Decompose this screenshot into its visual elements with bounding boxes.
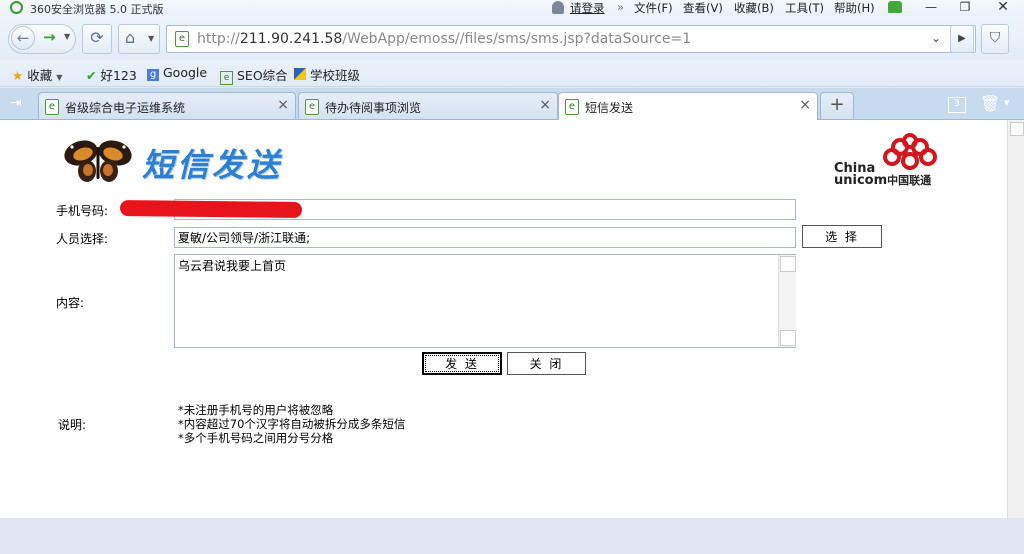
go-button[interactable]: ▶	[950, 25, 974, 53]
note-item: *内容超过70个汉字将自动被拆分成多条短信	[178, 417, 406, 431]
bookmark-label: 收藏	[27, 68, 53, 83]
note-item: *多个手机号码之间用分号分格	[178, 431, 334, 445]
tab-list-icon[interactable]: 3	[948, 97, 966, 113]
title-bar: 360安全浏览器 5.0 正式版 请登录 » 文件(F) 查看(V) 收藏(B)…	[0, 0, 1024, 16]
new-tab-button[interactable]: +	[820, 92, 854, 119]
menu-favorites[interactable]: 收藏(B)	[734, 0, 774, 16]
page-heading: 短信发送	[142, 146, 283, 184]
ie-page-icon: e	[565, 99, 579, 115]
person-label: 人员选择:	[56, 232, 109, 246]
back-forward-group: ← → ▼	[8, 24, 76, 54]
bookmark-school[interactable]: 学校班级	[294, 65, 360, 84]
ie-page-icon: e	[45, 99, 59, 115]
restore-button[interactable]: ❐	[950, 0, 980, 16]
bookmark-favorites[interactable]: ★ 收藏 ▼	[12, 65, 62, 84]
history-dropdown-icon[interactable]: ▼	[64, 32, 70, 41]
login-link[interactable]: 请登录	[570, 0, 605, 16]
menu-chevron-icon: »	[617, 0, 625, 14]
bookmark-hao123[interactable]: ✔ 好123	[86, 65, 137, 84]
home-icon: ⌂	[125, 28, 136, 47]
security-shield-button[interactable]: ⛉	[981, 24, 1009, 54]
page-scrollbar[interactable]	[1007, 120, 1024, 518]
home-dropdown-icon: ▼	[148, 34, 155, 43]
bookmark-label: 好123	[100, 68, 137, 83]
bookmark-label: 学校班级	[309, 68, 360, 83]
tab-close-icon[interactable]: ×	[799, 97, 811, 113]
tab-label: 短信发送	[585, 101, 634, 115]
tab-ops-system[interactable]: e 省级综合电子运维系统 ×	[38, 92, 296, 119]
star-icon: ★	[12, 68, 24, 83]
trash-dropdown-icon[interactable]: ▼	[1004, 99, 1009, 107]
google-icon: g	[147, 69, 159, 81]
status-area	[0, 518, 1024, 554]
menu-file[interactable]: 文件(F)	[634, 0, 673, 16]
minimize-button[interactable]: —	[916, 0, 946, 16]
user-icon	[552, 1, 564, 14]
textarea-scrollbar[interactable]	[778, 255, 796, 347]
tab-close-icon[interactable]: ×	[277, 97, 289, 113]
close-window-button[interactable]: ✕	[988, 0, 1018, 16]
school-icon	[294, 68, 306, 80]
page-ie-icon: e	[175, 31, 189, 47]
menu-help[interactable]: 帮助(H)	[834, 0, 875, 16]
china-unicom-logo: China unicom中国联通	[834, 162, 932, 188]
forward-arrow-icon[interactable]: →	[43, 28, 56, 46]
window-title: 360安全浏览器 5.0 正式版	[30, 3, 164, 16]
notes-label: 说明:	[58, 418, 87, 432]
trash-icon[interactable]: 🗑	[980, 94, 1000, 113]
bookmark-google[interactable]: g Google	[147, 65, 207, 81]
bookmark-seo[interactable]: e SEO综合	[220, 65, 288, 85]
ie-page-icon: e	[220, 71, 233, 85]
browser-logo-icon	[10, 1, 23, 14]
tab-label: 待办待阅事项浏览	[325, 101, 422, 115]
tab-close-icon[interactable]: ×	[539, 97, 551, 113]
note-item: *未注册手机号的用户将被忽略	[178, 403, 334, 417]
back-arrow-icon[interactable]: ←	[11, 26, 35, 50]
tab-todo[interactable]: e 待办待阅事项浏览 ×	[298, 92, 558, 119]
refresh-button[interactable]: ⟳	[82, 24, 112, 54]
bookmark-label: Google	[162, 65, 208, 80]
content-textarea[interactable]: 乌云君说我要上首页	[174, 254, 796, 348]
person-input[interactable]	[174, 227, 796, 248]
address-bar[interactable]: e http://211.90.241.58/WebApp/emoss//fil…	[166, 25, 976, 53]
content-label: 内容:	[56, 296, 85, 310]
select-person-button[interactable]: 选 择	[802, 225, 882, 248]
address-url: http://211.90.241.58/WebApp/emoss//files…	[197, 31, 692, 47]
menu-tools[interactable]: 工具(T)	[785, 0, 824, 16]
skin-shirt-icon[interactable]	[888, 1, 902, 13]
butterfly-logo	[64, 140, 132, 182]
menu-view[interactable]: 查看(V)	[683, 0, 723, 16]
sidebar-toggle-icon[interactable]: ⇥	[10, 95, 22, 111]
phone-label: 手机号码:	[56, 204, 109, 218]
logo-text-line2: unicom中国联通	[834, 173, 932, 188]
hao123-icon: ✔	[86, 68, 97, 83]
send-button[interactable]: 发 送	[422, 352, 502, 375]
close-button[interactable]: 关 闭	[507, 352, 586, 375]
tab-label: 省级综合电子运维系统	[65, 101, 186, 115]
redacted-phone-mark	[119, 200, 303, 218]
ie-page-icon: e	[305, 99, 319, 115]
notes-list: *未注册手机号的用户将被忽略 *内容超过70个汉字将自动被拆分成多条短信 *多个…	[178, 403, 405, 445]
address-dropdown-icon[interactable]: ⌄	[931, 31, 941, 45]
dropdown-icon: ▼	[56, 73, 63, 82]
home-button[interactable]: ⌂ ▼	[118, 24, 160, 54]
tab-sms-send[interactable]: e 短信发送 ×	[558, 92, 818, 121]
bookmark-label: SEO综合	[236, 68, 288, 83]
